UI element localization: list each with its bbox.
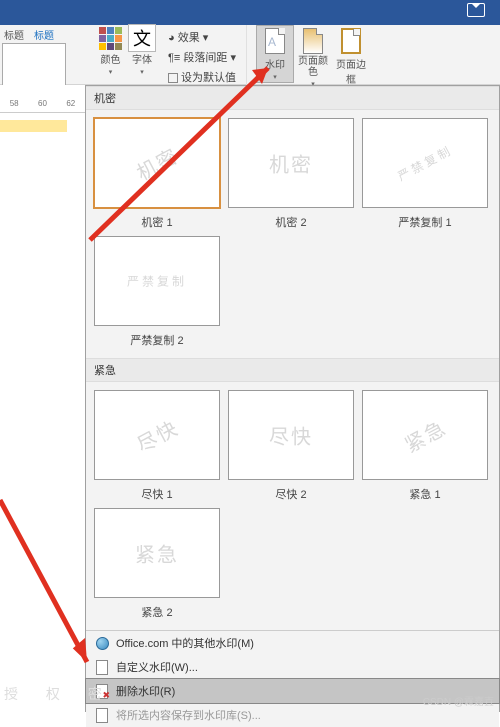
footer-watermark-text: 授 权 密 bbox=[4, 684, 114, 704]
watermark-option[interactable]: 机密机密 1 bbox=[92, 118, 222, 232]
gallery-confidential: 机密机密 1 机密机密 2 严禁复制严禁复制 1 严禁复制严禁复制 2 bbox=[86, 110, 499, 358]
fonts-button[interactable]: 文 字体▾ bbox=[128, 25, 156, 77]
watermark-option[interactable]: 严禁复制严禁复制 2 bbox=[92, 236, 222, 350]
message-icon[interactable] bbox=[467, 3, 485, 17]
watermark-gallery-panel: 机密 机密机密 1 机密机密 2 严禁复制严禁复制 1 严禁复制严禁复制 2 紧… bbox=[85, 85, 500, 712]
watermark-option[interactable]: 机密机密 2 bbox=[226, 118, 356, 232]
gallery-urgent: 尽快尽快 1 尽快尽快 2 紧急紧急 1 紧急紧急 2 bbox=[86, 382, 499, 630]
ruler: 586062 bbox=[0, 95, 85, 113]
watermark-option[interactable]: 紧急紧急 2 bbox=[92, 508, 222, 622]
watermark-button[interactable]: A 水印▾ bbox=[256, 25, 294, 83]
effects-button[interactable]: ◕ 效果 ▾ bbox=[162, 27, 242, 47]
watermark-option[interactable]: 紧急紧急 1 bbox=[360, 390, 490, 504]
watermark-option[interactable]: 尽快尽快 1 bbox=[92, 390, 222, 504]
nav-heading-selected[interactable]: 标题 bbox=[30, 27, 58, 42]
page-borders-button[interactable]: 页面边框 bbox=[332, 25, 370, 83]
document-area bbox=[0, 85, 85, 712]
csdn-credit: CSDN @霖嘉壵 bbox=[423, 693, 494, 708]
watermark-option[interactable]: 严禁复制严禁复制 1 bbox=[360, 118, 490, 232]
page-border-icon bbox=[341, 28, 361, 54]
colors-button[interactable]: 颜色▾ bbox=[99, 25, 122, 77]
custom-watermark-item[interactable]: 自定义水印(W)... bbox=[86, 655, 499, 679]
set-default-button[interactable]: 设为默认值 bbox=[162, 67, 242, 87]
section-header-urgent: 紧急 bbox=[86, 358, 499, 382]
ribbon: 标题 标题 颜色▾ 文 字体▾ ◕ 效果 ▾ bbox=[0, 25, 500, 85]
globe-icon bbox=[94, 635, 110, 651]
page-color-icon bbox=[303, 28, 323, 54]
watermark-icon: A bbox=[265, 28, 285, 54]
page-color-button[interactable]: 页面颜色▾ bbox=[294, 25, 332, 83]
nav-heading-label: 标题 bbox=[4, 27, 24, 42]
themes-group: 颜色▾ 文 字体▾ ◕ 效果 ▾ ¶≡ 段落间距 ▾ 设为默认值 bbox=[95, 25, 247, 85]
watermark-option[interactable]: 尽快尽快 2 bbox=[226, 390, 356, 504]
gallery-menu: Office.com 中的其他水印(M) 自定义水印(W)... ✖删除水印(R… bbox=[86, 630, 499, 727]
paragraph-spacing-button[interactable]: ¶≡ 段落间距 ▾ bbox=[162, 47, 242, 67]
ruler-highlight bbox=[0, 120, 67, 132]
more-watermarks-office-item[interactable]: Office.com 中的其他水印(M) bbox=[86, 631, 499, 655]
title-bar bbox=[0, 0, 500, 25]
section-header-confidential: 机密 bbox=[86, 86, 499, 110]
save-icon bbox=[94, 707, 110, 723]
nav-thumbnail[interactable] bbox=[2, 43, 66, 91]
document-icon bbox=[94, 659, 110, 675]
